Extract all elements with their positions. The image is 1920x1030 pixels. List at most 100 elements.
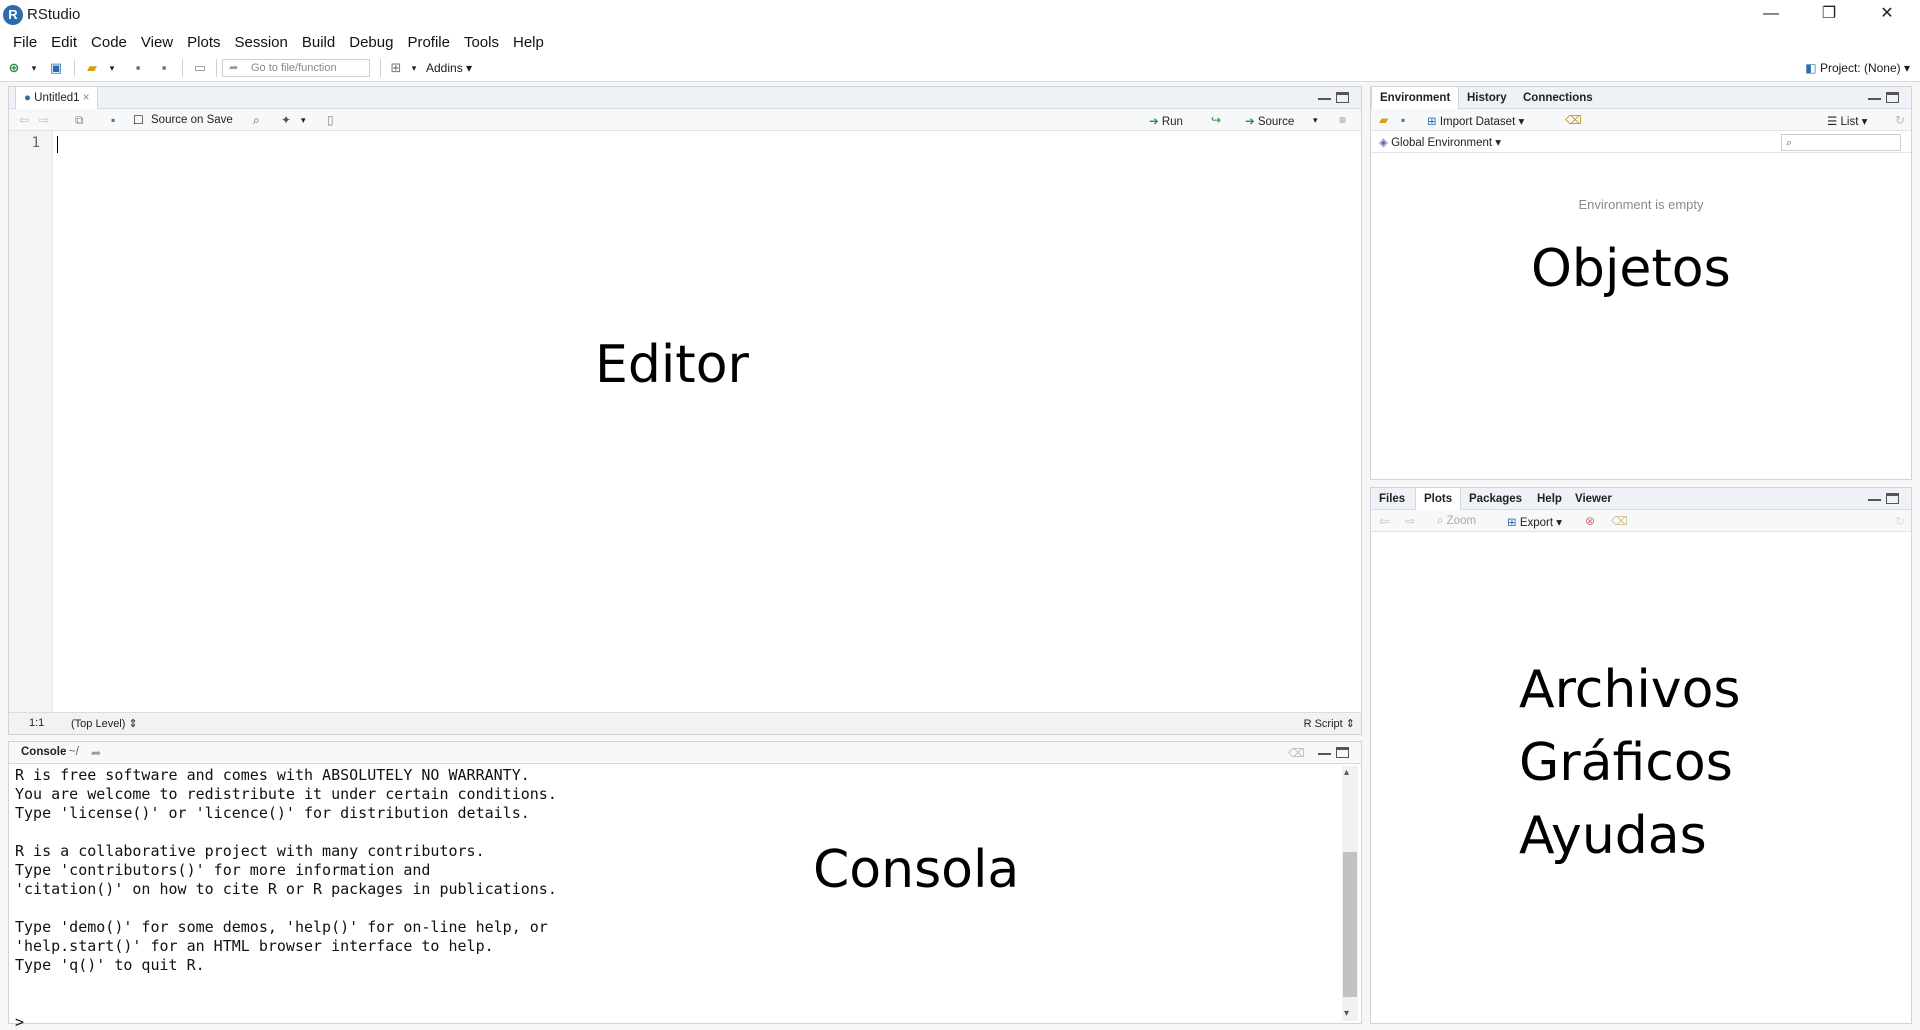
menu-tools[interactable]: Tools xyxy=(457,34,506,51)
save-all-icon[interactable]: ▪ xyxy=(156,60,172,76)
console-prompt[interactable]: > xyxy=(15,1013,557,1030)
refresh-icon[interactable]: ↻ xyxy=(1895,113,1905,127)
tab-connections[interactable]: Connections xyxy=(1515,87,1601,109)
new-file-icon[interactable]: ⊕ xyxy=(6,60,22,76)
load-workspace-icon[interactable]: ▰ xyxy=(1379,113,1388,127)
addins-button[interactable]: Addins ▾ xyxy=(426,61,472,75)
chevron-down-icon[interactable]: ▾ xyxy=(301,113,306,127)
scroll-down-icon[interactable]: ▾ xyxy=(1344,1007,1349,1021)
minimize-button[interactable]: — xyxy=(1748,0,1794,30)
source-button[interactable]: ➔ Source xyxy=(1245,114,1294,128)
maximize-pane-icon[interactable] xyxy=(1336,747,1349,758)
goto-file-input[interactable]: Go to file/function xyxy=(222,59,370,77)
show-in-window-icon[interactable]: ⧉ xyxy=(75,113,84,127)
open-folder-icon[interactable]: ▰ xyxy=(84,60,100,76)
chevron-down-icon[interactable]: ▾ xyxy=(104,60,120,76)
previous-plot-icon[interactable]: ⇦ xyxy=(1379,514,1389,528)
run-button[interactable]: ➔ Run xyxy=(1149,114,1183,128)
maximize-pane-icon[interactable] xyxy=(1886,92,1899,103)
go-to-directory-icon[interactable]: ➦ xyxy=(91,746,101,760)
cursor-position: 1:1 xyxy=(29,717,45,729)
print-icon[interactable]: ▭ xyxy=(192,60,208,76)
minimize-pane-icon[interactable] xyxy=(1318,92,1331,100)
tab-help[interactable]: Help xyxy=(1529,488,1570,510)
search-icon[interactable]: ⌕ xyxy=(253,113,260,127)
tab-packages[interactable]: Packages xyxy=(1461,488,1530,510)
environment-search-input[interactable]: ⌕ xyxy=(1781,134,1901,151)
environment-empty-message: Environment is empty xyxy=(1578,197,1704,212)
environment-overlay-label: Objetos xyxy=(1531,239,1731,299)
source-on-save-checkbox[interactable]: ☐ xyxy=(133,113,144,127)
environment-toolbar: ▰ ▪ ⊞ Import Dataset ▾ ⌫ ☰ List ▾ ↻ xyxy=(1371,109,1911,131)
menu-file[interactable]: File xyxy=(6,34,44,51)
code-editor-area[interactable] xyxy=(54,131,1361,712)
minimize-pane-icon[interactable] xyxy=(1868,92,1881,100)
tab-history[interactable]: History xyxy=(1459,87,1515,109)
addins-label: Addins xyxy=(426,61,463,75)
view-mode-selector[interactable]: ☰ List ▾ xyxy=(1827,114,1867,128)
layout-grid-icon[interactable]: ⊞ xyxy=(388,60,404,76)
rerun-icon[interactable]: ↪ xyxy=(1211,113,1221,127)
chevron-down-icon[interactable]: ▾ xyxy=(406,60,422,76)
compile-report-icon[interactable]: ▯ xyxy=(327,113,334,127)
menu-profile[interactable]: Profile xyxy=(400,34,457,51)
broom-icon[interactable]: ⌫ xyxy=(1611,514,1628,528)
back-arrow-icon[interactable]: ⇦ xyxy=(19,113,29,127)
import-dataset-button[interactable]: ⊞ Import Dataset ▾ xyxy=(1427,114,1524,128)
list-label: List xyxy=(1840,116,1859,128)
menu-plots[interactable]: Plots xyxy=(180,34,227,51)
scroll-up-icon[interactable]: ▴ xyxy=(1344,766,1349,780)
new-project-icon[interactable]: ▣ xyxy=(48,60,64,76)
outline-icon[interactable]: ≡ xyxy=(1339,113,1346,127)
menu-build[interactable]: Build xyxy=(295,34,342,51)
save-workspace-icon[interactable]: ▪ xyxy=(1401,113,1405,127)
files-pane: Files Plots Packages Help Viewer ⇦ ⇨ ⌕ Z… xyxy=(1370,487,1912,1024)
save-icon[interactable]: ▪ xyxy=(130,60,146,76)
save-icon[interactable]: ▪ xyxy=(111,113,115,127)
menu-bar: File Edit Code View Plots Session Build … xyxy=(0,30,1920,54)
menu-code[interactable]: Code xyxy=(84,34,134,51)
tab-plots[interactable]: Plots xyxy=(1415,488,1462,510)
scope-selector[interactable]: (Top Level) ⇕ xyxy=(71,717,138,730)
remove-plot-icon[interactable]: ⊗ xyxy=(1585,514,1595,528)
maximize-pane-icon[interactable] xyxy=(1336,92,1349,103)
project-menu-button[interactable]: ◧ Project: (None) ▾ xyxy=(1805,61,1910,75)
console-tab[interactable]: Console xyxy=(21,746,66,758)
refresh-icon[interactable]: ↻ xyxy=(1895,514,1905,528)
tab-viewer[interactable]: Viewer xyxy=(1567,488,1620,510)
forward-arrow-icon[interactable]: ⇨ xyxy=(39,113,49,127)
chevron-down-icon[interactable]: ▾ xyxy=(1313,113,1318,127)
clear-console-icon[interactable]: ⌫ xyxy=(1288,746,1305,760)
global-environment-selector[interactable]: ◈ Global Environment ▾ xyxy=(1379,135,1501,149)
maximize-pane-icon[interactable] xyxy=(1886,493,1899,504)
overlay-line-graficos: Gráficos xyxy=(1519,733,1733,793)
magic-wand-icon[interactable]: ✦ xyxy=(281,113,291,127)
chevron-down-icon[interactable]: ▾ xyxy=(26,60,42,76)
close-button[interactable]: ✕ xyxy=(1864,0,1910,30)
tab-untitled1[interactable]: ● Untitled1 × xyxy=(15,87,99,109)
close-tab-icon[interactable]: × xyxy=(83,92,90,104)
minimize-pane-icon[interactable] xyxy=(1318,747,1331,755)
scroll-thumb[interactable] xyxy=(1343,852,1357,997)
tab-files[interactable]: Files xyxy=(1371,488,1413,510)
file-type-selector[interactable]: R Script ⇕ xyxy=(1304,717,1355,730)
window-title: RStudio xyxy=(27,6,81,23)
menu-help[interactable]: Help xyxy=(506,34,551,51)
tab-environment[interactable]: Environment xyxy=(1371,87,1460,109)
source-arrow-icon: ➔ xyxy=(1245,116,1255,128)
next-plot-icon[interactable]: ⇨ xyxy=(1405,514,1415,528)
menu-session[interactable]: Session xyxy=(228,34,295,51)
zoom-button[interactable]: ⌕ Zoom xyxy=(1437,515,1476,528)
menu-edit[interactable]: Edit xyxy=(44,34,84,51)
environment-pane: Environment History Connections ▰ ▪ ⊞ Im… xyxy=(1370,86,1912,480)
menu-view[interactable]: View xyxy=(134,34,180,51)
maximize-button[interactable]: ❐ xyxy=(1806,0,1852,30)
console-output[interactable]: R is free software and comes with ABSOLU… xyxy=(15,766,557,1030)
console-line: R is a collaborative project with many c… xyxy=(15,842,485,860)
menu-debug[interactable]: Debug xyxy=(342,34,400,51)
export-button[interactable]: ⊞ Export ▾ xyxy=(1507,515,1562,529)
console-scrollbar[interactable]: ▴ ▾ xyxy=(1342,766,1358,1021)
broom-icon[interactable]: ⌫ xyxy=(1565,113,1582,127)
minimize-pane-icon[interactable] xyxy=(1868,493,1881,501)
editor-tab-label: Untitled1 xyxy=(34,92,80,104)
